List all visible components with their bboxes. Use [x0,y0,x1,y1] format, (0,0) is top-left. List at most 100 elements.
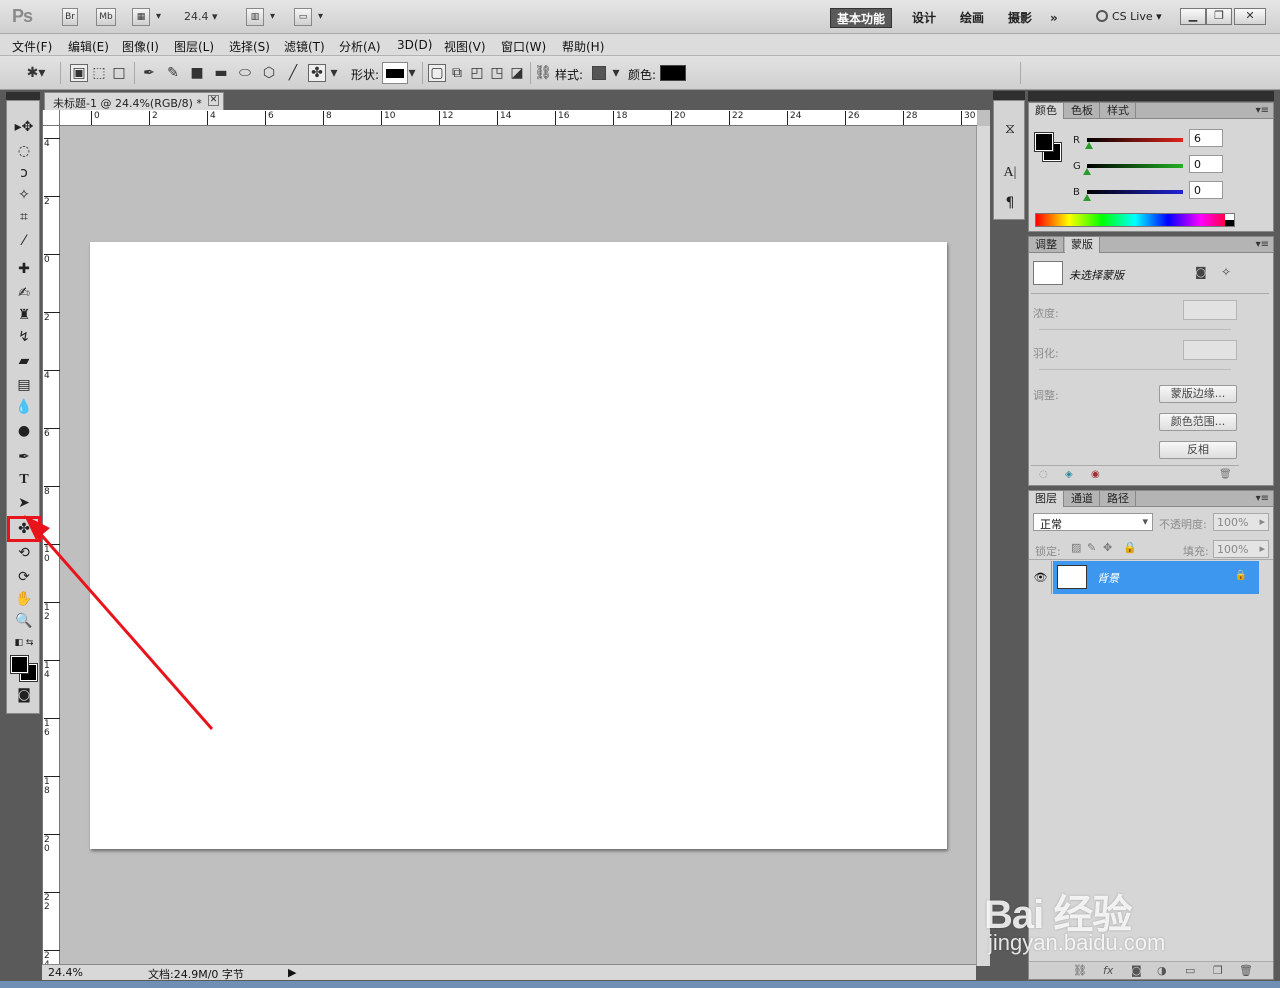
blur-tool-icon[interactable]: 💧 [10,397,38,417]
minimize-window-button[interactable]: ▁ [1180,8,1206,25]
tab-paths[interactable]: 路径 [1101,491,1136,507]
vertical-ruler[interactable]: 42024681012141618202224 [43,126,60,970]
add-to-shape-area-icon[interactable]: ⧉ [448,64,466,82]
cs-live-button[interactable]: CS Live ▾ [1096,10,1162,23]
workspace-painting-tab[interactable]: 绘画 [954,8,990,28]
tool-preset-picker[interactable]: ✱▾ [22,64,50,82]
close-window-button[interactable]: ✕ [1234,8,1266,25]
apply-mask-icon[interactable]: ◈ [1065,469,1073,480]
lock-all-icon[interactable]: 🔒 [1123,541,1137,554]
3d-rotate-tool-icon[interactable]: ⟲ [10,543,38,563]
red-slider-handle[interactable] [1085,142,1093,149]
arrange-documents-button[interactable]: ▥ [246,8,275,26]
freeform-pen-icon[interactable]: ✎ [164,64,182,82]
marquee-tool-icon[interactable]: ◌ [10,141,38,161]
layer-visibility-eye-icon[interactable]: 👁 [1030,561,1052,594]
tab-swatches[interactable]: 色板 [1065,103,1100,119]
history-brush-tool-icon[interactable]: ↯ [10,327,38,347]
color-range-button[interactable]: 颜色范围... [1159,413,1237,431]
pen-tool-icon[interactable]: ✒ [140,64,158,82]
restore-window-button[interactable]: ❐ [1206,8,1232,25]
invert-button[interactable]: 反相 [1159,441,1237,459]
horizontal-ruler[interactable]: 0 2 4 6 8 10 12 14 16 18 20 22 24 26 28 30 [60,110,977,126]
custom-shape-icon[interactable]: ✤ [308,64,326,82]
panels-collapse-strip[interactable] [1028,91,1274,101]
panel-menu-icon[interactable]: ▾≡ [1256,239,1269,250]
tab-color[interactable]: 颜色 [1029,103,1064,119]
history-panel-icon[interactable]: ⧖ [1000,119,1020,139]
mask-edge-button[interactable]: 蒙版边缘... [1159,385,1237,403]
lock-position-icon[interactable]: ✥ [1103,541,1112,554]
workspace-essentials-tab[interactable]: 基本功能 [830,8,893,28]
spot-healing-tool-icon[interactable]: ✚ [10,259,38,279]
path-selection-tool-icon[interactable]: ➤ [10,493,38,513]
opacity-field[interactable]: 100% ▸ [1213,513,1269,531]
blue-slider[interactable] [1087,190,1183,194]
ruler-origin[interactable] [43,110,60,126]
link-icon[interactable]: ⛓ [534,64,552,82]
paths-mode-icon[interactable]: ⬚ [90,64,108,82]
screen-mode-button[interactable]: ▭ [294,8,323,26]
more-workspaces-button[interactable]: » [1044,8,1064,28]
status-menu-arrow-icon[interactable]: ▶ [288,966,296,979]
menu-file[interactable]: 文件(F) [12,38,52,55]
menu-view[interactable]: 视图(V) [444,38,486,55]
paragraph-panel-icon[interactable]: ¶ [1000,193,1020,213]
color-panel-foreground-swatch[interactable] [1034,132,1054,152]
panel-menu-icon[interactable]: ▾≡ [1256,105,1269,116]
crop-tool-icon[interactable]: ⌗ [10,207,38,227]
zoom-level-dropdown[interactable]: 24.4 [184,10,218,23]
document-canvas[interactable] [90,242,947,849]
lasso-tool-icon[interactable]: ↄ [10,163,38,183]
fill-pixels-mode-icon[interactable]: □ [110,64,128,82]
shape-layers-mode-icon[interactable]: ▣ [70,64,88,82]
green-slider-handle[interactable] [1083,168,1091,175]
polygon-shape-icon[interactable]: ⬡ [260,64,278,82]
add-pixel-mask-icon[interactable]: ◙ [1195,265,1207,279]
pen-tool-icon[interactable]: ✒ [10,447,38,467]
tab-masks[interactable]: 蒙版 [1065,237,1100,253]
tab-channels[interactable]: 通道 [1065,491,1100,507]
shape-options-chevron-icon[interactable]: ▾ [328,64,340,82]
vertical-scrollbar[interactable] [976,126,990,966]
brush-tool-icon[interactable]: ✍ [10,283,38,303]
quick-selection-tool-icon[interactable]: ✧ [10,185,38,205]
view-extras-button[interactable]: ▦ [132,8,161,26]
menu-layer[interactable]: 图层(L) [174,38,214,55]
dodge-tool-icon[interactable]: ● [10,421,38,441]
intersect-shape-areas-icon[interactable]: ◳ [488,64,506,82]
exclude-overlapping-areas-icon[interactable]: ◪ [508,64,526,82]
menu-3d[interactable]: 3D(D) [397,38,432,52]
tab-layers[interactable]: 图层 [1029,491,1064,507]
status-zoom[interactable]: 24.4% [48,966,83,979]
red-value-field[interactable]: 6 [1189,129,1223,147]
rounded-rectangle-icon[interactable]: ▬ [212,64,230,82]
clone-stamp-tool-icon[interactable]: ♜ [10,305,38,325]
zoom-tool-icon[interactable]: 🔍 [10,611,38,631]
green-slider[interactable] [1087,164,1183,168]
gradient-tool-icon[interactable]: ▤ [10,375,38,395]
add-vector-mask-icon[interactable]: ✧ [1221,265,1231,279]
panel-menu-icon[interactable]: ▾≡ [1256,493,1269,504]
menu-window[interactable]: 窗口(W) [501,38,546,55]
red-slider[interactable] [1087,138,1183,142]
close-document-icon[interactable]: ✕ [208,95,219,106]
ellipse-shape-icon[interactable]: ⬭ [236,64,254,82]
type-tool-icon[interactable]: T [10,470,38,490]
default-colors-icon[interactable]: ◧ ⇆ [10,633,38,653]
eyedropper-tool-icon[interactable]: ⁄ [10,231,38,251]
menu-image[interactable]: 图像(I) [122,38,159,55]
green-value-field[interactable]: 0 [1189,155,1223,173]
blend-mode-select[interactable]: 正常 ▾ [1033,513,1153,531]
layer-background[interactable]: 背景 🔒 [1053,561,1259,594]
character-panel-icon[interactable]: A| [1000,163,1020,183]
blue-slider-handle[interactable] [1083,194,1091,201]
subtract-from-shape-area-icon[interactable]: ◰ [468,64,486,82]
quick-mask-mode-icon[interactable]: ◙ [10,685,38,705]
blue-value-field[interactable]: 0 [1189,181,1223,199]
shape-color-swatch[interactable] [660,65,686,81]
rectangle-shape-icon[interactable]: ■ [188,64,206,82]
menu-help[interactable]: 帮助(H) [562,38,604,55]
hand-tool-icon[interactable]: ✋ [10,589,38,609]
shape-picker[interactable] [382,62,408,84]
